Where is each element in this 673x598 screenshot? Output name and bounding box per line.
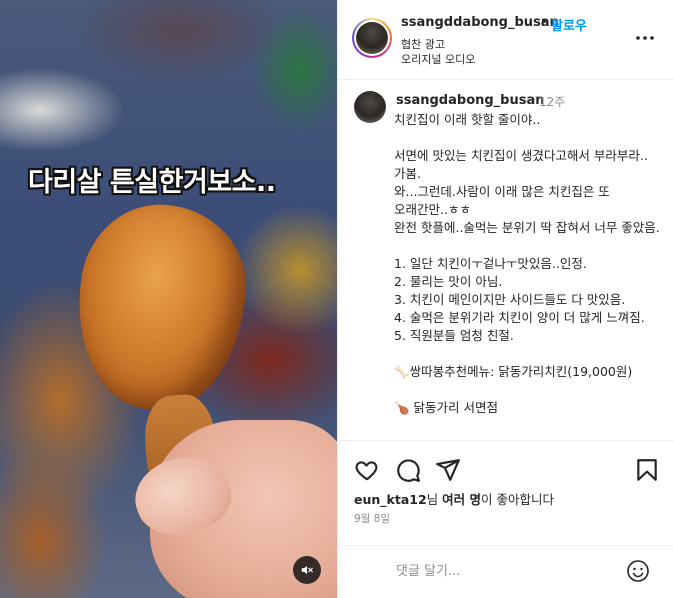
likes-honorific: 님 — [426, 492, 443, 507]
header-avatar[interactable] — [352, 18, 392, 58]
chicken-drumstick-image — [64, 194, 257, 421]
post-side-panel: ssangddabong_busan • 팔로우 협찬 광고 오리지널 오디오 … — [337, 0, 673, 598]
like-button[interactable] — [354, 457, 380, 483]
emoji-smile-icon — [627, 560, 649, 582]
post-date[interactable]: 9월 8일 — [354, 511, 390, 526]
comment-button[interactable] — [395, 457, 421, 483]
emoji-button[interactable] — [626, 559, 650, 583]
likes-summary: eun_kta12님 여러 명이 좋아합니다 — [354, 489, 554, 508]
likes-suffix: 이 좋아합니다 — [481, 492, 554, 507]
caption-text: 치킨집이 이래 핫할 줄이야.. 서면에 맛있는 치킨집이 생겼다고해서 부라부… — [394, 112, 660, 415]
audio-label[interactable]: 오리지널 오디오 — [401, 51, 475, 67]
speaker-muted-icon — [301, 565, 313, 575]
action-bar: eun_kta12님 여러 명이 좋아합니다 9월 8일 — [338, 440, 673, 552]
post-media[interactable]: 다리살 튼실한거보소.. — [0, 0, 337, 598]
send-paper-plane-icon — [436, 459, 460, 481]
video-caption: 다리살 튼실한거보소.. — [28, 167, 276, 198]
more-horizontal-icon — [636, 36, 654, 40]
separator-dot: • — [540, 15, 548, 30]
more-options-button[interactable] — [634, 30, 656, 46]
comment-input[interactable] — [396, 558, 616, 584]
heart-icon — [355, 461, 378, 481]
likes-count[interactable]: 여러 명 — [442, 492, 481, 507]
avatar — [356, 22, 388, 54]
save-button[interactable] — [634, 457, 660, 483]
caption-comment: ssangdabong_busan 12주 치킨집이 이래 핫할 줄이야.. 서… — [338, 81, 673, 440]
liker-username[interactable]: eun_kta12 — [354, 492, 427, 507]
comment-username[interactable]: ssangdabong_busan — [396, 93, 545, 108]
comment-bubble-icon — [397, 459, 420, 482]
comment-composer — [338, 545, 673, 598]
comment-time[interactable]: 12주 — [539, 93, 565, 110]
comment-avatar[interactable] — [354, 91, 386, 123]
sponsored-label[interactable]: 협찬 광고 — [401, 36, 445, 52]
share-button[interactable] — [435, 457, 461, 483]
header-username[interactable]: ssangddabong_busan — [401, 15, 559, 30]
post-header: ssangddabong_busan • 팔로우 협찬 광고 오리지널 오디오 — [338, 0, 673, 80]
mute-button[interactable] — [293, 556, 321, 584]
bookmark-icon — [637, 459, 657, 481]
follow-button[interactable]: 팔로우 — [551, 15, 587, 34]
